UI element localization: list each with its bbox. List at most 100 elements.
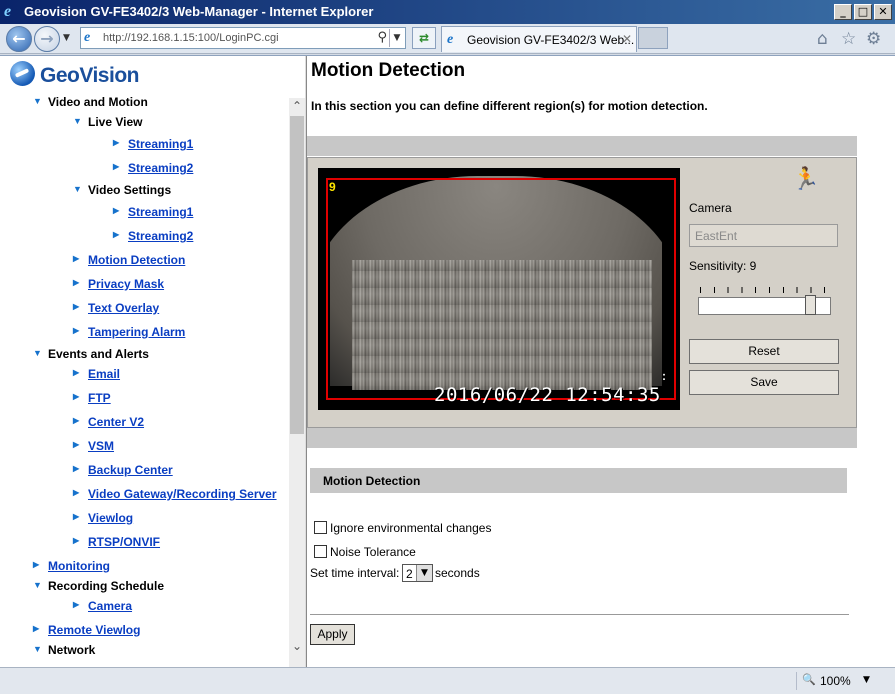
browser-tab[interactable]: e Geovision GV-FE3402/3 Web... ✕ bbox=[441, 26, 637, 52]
sidebar-item-label[interactable]: Camera bbox=[88, 599, 132, 613]
logo-text: GeoVision bbox=[40, 64, 139, 87]
zoom-control[interactable]: 🔍 100% ▼ bbox=[796, 672, 880, 690]
sidebar-item-label[interactable]: Monitoring bbox=[48, 559, 110, 573]
favorites-star-icon[interactable]: ☆ bbox=[841, 29, 856, 49]
tab-close-icon[interactable]: ✕ bbox=[622, 32, 632, 46]
intro-text: In this section you can define different… bbox=[311, 99, 708, 113]
collapsed-triangle-icon[interactable]: ▶ bbox=[113, 204, 125, 218]
collapsed-triangle-icon[interactable]: ▶ bbox=[73, 598, 85, 612]
minimize-button[interactable]: _ bbox=[834, 4, 852, 20]
sensitivity-label: Sensitivity: 9 bbox=[689, 259, 757, 273]
collapsed-triangle-icon[interactable]: ▶ bbox=[73, 366, 85, 380]
collapsed-triangle-icon[interactable]: ▶ bbox=[73, 276, 85, 290]
motion-region-box[interactable] bbox=[326, 178, 676, 400]
sidebar-item-label[interactable]: Streaming1 bbox=[128, 205, 193, 219]
collapsed-triangle-icon[interactable]: ▶ bbox=[73, 414, 85, 428]
collapsed-triangle-icon[interactable]: ▶ bbox=[33, 558, 45, 572]
sidebar-item-label[interactable]: Streaming1 bbox=[128, 137, 193, 151]
sidebar-item-label[interactable]: Streaming2 bbox=[128, 161, 193, 175]
sidebar-item-label[interactable]: Email bbox=[88, 367, 120, 381]
expand-triangle-icon[interactable]: ▼ bbox=[33, 94, 45, 108]
collapsed-triangle-icon[interactable]: ▶ bbox=[73, 300, 85, 314]
forward-button[interactable]: → bbox=[34, 26, 60, 52]
collapsed-triangle-icon[interactable]: ▶ bbox=[73, 252, 85, 266]
refresh-button[interactable]: ⇄ bbox=[412, 27, 436, 49]
maximize-button[interactable]: □ bbox=[854, 4, 872, 20]
sidebar-item-label[interactable]: Streaming2 bbox=[128, 229, 193, 243]
collapsed-triangle-icon[interactable]: ▶ bbox=[73, 486, 85, 500]
gear-icon[interactable]: ⚙ bbox=[866, 29, 881, 49]
sidebar-item-label[interactable]: Viewlog bbox=[88, 511, 133, 525]
sidebar-item-label[interactable]: Video Gateway/Recording Server bbox=[88, 487, 277, 501]
reset-button[interactable]: Reset bbox=[689, 339, 839, 364]
slider-handle[interactable] bbox=[805, 295, 816, 315]
globe-logo-icon bbox=[10, 61, 35, 86]
sidebar-item-label[interactable]: Motion Detection bbox=[88, 253, 185, 267]
noise-tolerance-checkbox[interactable] bbox=[314, 545, 327, 558]
sidebar-item-label[interactable]: Tampering Alarm bbox=[88, 325, 185, 339]
back-button[interactable]: ← bbox=[6, 26, 32, 52]
ignore-env-label: Ignore environmental changes bbox=[330, 521, 492, 535]
sidebar-item-label[interactable]: VSM bbox=[88, 439, 114, 453]
expand-triangle-icon[interactable]: ▼ bbox=[33, 642, 45, 656]
address-url[interactable]: http://192.168.1.15:100/LoginPC.cgi bbox=[103, 32, 279, 44]
collapsed-triangle-icon[interactable]: ▶ bbox=[113, 160, 125, 174]
window-title: Geovision GV-FE3402/3 Web-Manager - Inte… bbox=[24, 4, 374, 19]
section-header: Motion Detection bbox=[310, 468, 847, 493]
address-bar[interactable]: e http://192.168.1.15:100/LoginPC.cgi ⚲ … bbox=[80, 27, 406, 49]
history-dropdown-icon[interactable]: ▼ bbox=[63, 33, 70, 43]
close-window-button[interactable]: ✕ bbox=[874, 4, 892, 20]
expand-triangle-icon[interactable]: ▼ bbox=[73, 114, 85, 128]
browser-toolbar: ← → ▼ e http://192.168.1.15:100/LoginPC.… bbox=[0, 24, 895, 54]
region-number: 9 bbox=[329, 180, 336, 194]
sidebar-scrollbar[interactable]: ⌃ ⌄ bbox=[289, 98, 305, 668]
new-tab-button[interactable] bbox=[638, 27, 668, 49]
save-button[interactable]: Save bbox=[689, 370, 839, 395]
sidebar: GeoVision ▼ Video and Motion ▼ Live View ▶ St… bbox=[0, 56, 289, 668]
camera-name-field[interactable]: EastEnt bbox=[689, 224, 838, 247]
collapsed-triangle-icon[interactable]: ▶ bbox=[73, 510, 85, 524]
address-dropdown-icon[interactable]: ▼ bbox=[389, 29, 404, 47]
interval-select[interactable]: 2 ▼ bbox=[402, 564, 433, 582]
scroll-up-icon[interactable]: ⌃ bbox=[289, 98, 305, 114]
zoom-level: 100% bbox=[820, 674, 851, 688]
collapsed-triangle-icon[interactable]: ▶ bbox=[73, 324, 85, 338]
zoom-icon: 🔍 bbox=[802, 673, 816, 686]
collapsed-triangle-icon[interactable]: ▶ bbox=[73, 438, 85, 452]
sidebar-item-label[interactable]: RTSP/ONVIF bbox=[88, 535, 160, 549]
sidebar-item-label: Live View bbox=[88, 115, 143, 129]
sidebar-item-label: Recording Schedule bbox=[48, 579, 165, 593]
interval-label: Set time interval: bbox=[310, 566, 400, 580]
tab-ie-icon: e bbox=[447, 32, 454, 47]
sidebar-item-label[interactable]: Backup Center bbox=[88, 463, 173, 477]
page-content: GeoVision ▼ Video and Motion ▼ Live View ▶ St… bbox=[0, 55, 895, 668]
noise-tolerance-label: Noise Tolerance bbox=[330, 545, 416, 559]
sidebar-item-label[interactable]: Center V2 bbox=[88, 415, 144, 429]
expand-triangle-icon[interactable]: ▼ bbox=[33, 346, 45, 360]
chevron-down-icon[interactable]: ▼ bbox=[416, 565, 432, 581]
camera-label: Camera bbox=[689, 201, 732, 215]
apply-button[interactable]: Apply bbox=[310, 624, 355, 645]
video-preview[interactable]: 9 : 2016/06/22 12:54:35 bbox=[318, 168, 680, 410]
ignore-env-checkbox[interactable] bbox=[314, 521, 327, 534]
tab-title[interactable]: Geovision GV-FE3402/3 Web... bbox=[467, 33, 634, 47]
collapsed-triangle-icon[interactable]: ▶ bbox=[113, 136, 125, 150]
collapsed-triangle-icon[interactable]: ▶ bbox=[73, 390, 85, 404]
zoom-dropdown-icon[interactable]: ▼ bbox=[863, 675, 870, 685]
collapsed-triangle-icon[interactable]: ▶ bbox=[113, 228, 125, 242]
home-icon[interactable]: ⌂ bbox=[817, 29, 828, 49]
sidebar-item-label[interactable]: FTP bbox=[88, 391, 111, 405]
collapsed-triangle-icon[interactable]: ▶ bbox=[73, 462, 85, 476]
collapsed-triangle-icon[interactable]: ▶ bbox=[73, 534, 85, 548]
main-frame: Motion Detection In this section you can… bbox=[307, 56, 895, 668]
sidebar-item-label[interactable]: Text Overlay bbox=[88, 301, 159, 315]
search-icon[interactable]: ⚲ bbox=[377, 30, 387, 45]
expand-triangle-icon[interactable]: ▼ bbox=[73, 182, 85, 196]
sidebar-item-label[interactable]: Remote Viewlog bbox=[48, 623, 140, 637]
expand-triangle-icon[interactable]: ▼ bbox=[33, 578, 45, 592]
scroll-down-icon[interactable]: ⌄ bbox=[289, 638, 305, 654]
divider-line bbox=[310, 614, 849, 615]
collapsed-triangle-icon[interactable]: ▶ bbox=[33, 622, 45, 636]
scroll-thumb[interactable] bbox=[290, 116, 304, 434]
sidebar-item-label[interactable]: Privacy Mask bbox=[88, 277, 164, 291]
